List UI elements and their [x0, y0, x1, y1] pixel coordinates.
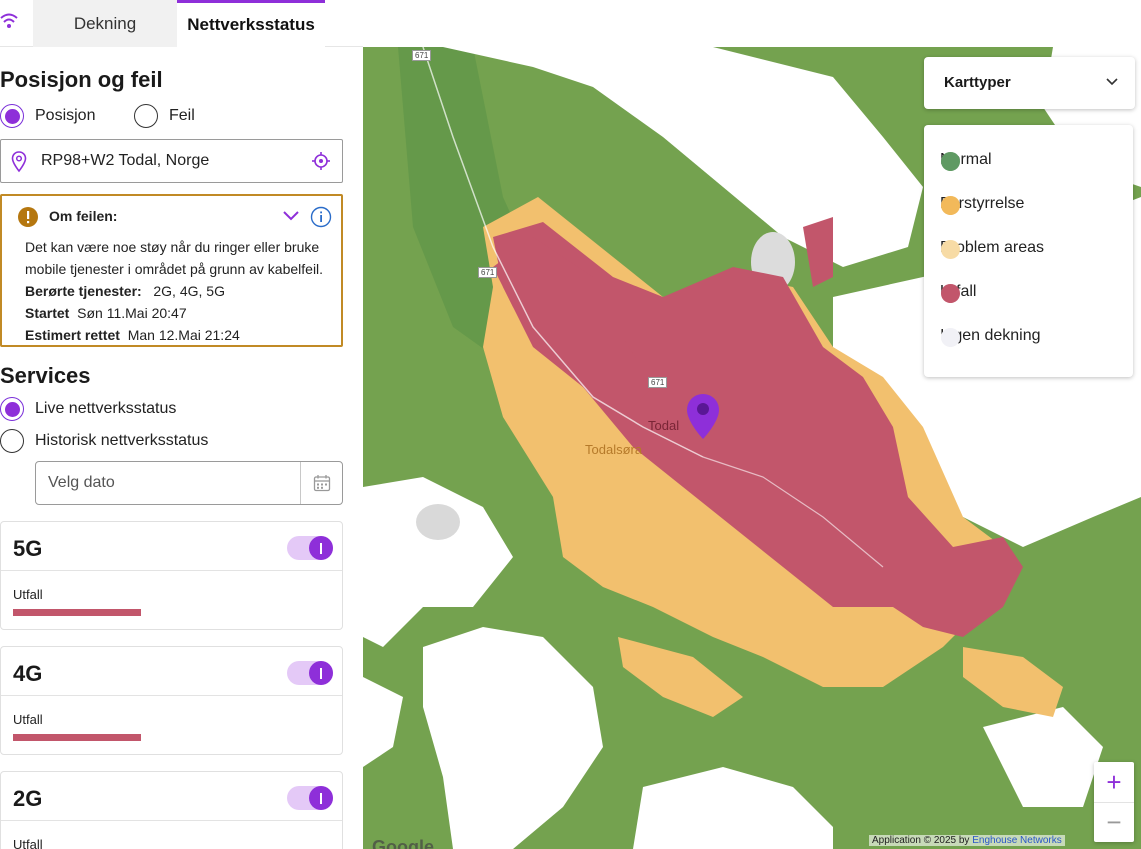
radio-fault-label: Feil [169, 107, 195, 124]
place-label-todalsora: Todalsøra [585, 442, 643, 457]
position-section-title: Posisjon og feil [0, 67, 163, 92]
alert-estimated-value: Man 12.Mai 21:24 [127, 327, 240, 343]
services-section-title: Services [0, 363, 91, 388]
legend-disturbance-icon [941, 196, 960, 215]
road-shield-label: 671 [412, 50, 432, 61]
radio-fault[interactable]: Feil [134, 104, 195, 128]
toggle-knob[interactable] [309, 536, 333, 560]
legend-no-coverage-icon [941, 328, 960, 347]
radio-live-indicator[interactable] [0, 397, 24, 421]
location-pin-icon [11, 151, 27, 173]
road-shield-label: 671 [648, 377, 668, 388]
tab-coverage[interactable]: Dekning [33, 0, 177, 47]
map-legend: Normal Forstyrrelse Problem areas Utfall… [924, 125, 1133, 377]
coverage-map[interactable]: 671 671 671 Todal Todalsøra Karttyper No… [363, 47, 1141, 849]
chevron-down-icon[interactable] [1105, 77, 1119, 87]
radio-position-indicator[interactable] [0, 104, 24, 128]
legend-outage-icon [941, 284, 960, 303]
network-card-2g: 2G Utfall [0, 771, 343, 849]
radio-historic-label: Historisk nettverksstatus [35, 432, 209, 449]
top-tab-bar: Dekning Nettverksstatus [0, 0, 363, 47]
card-divider [1, 820, 342, 821]
location-value: RP98+W2 Todal, Norge [41, 152, 210, 169]
radio-fault-indicator[interactable] [134, 104, 158, 128]
map-type-dropdown[interactable]: Karttyper [924, 57, 1135, 109]
fault-alert: Om feilen: Det kan være noe støy når du … [0, 194, 343, 347]
date-picker-input[interactable]: Velg dato [35, 461, 343, 505]
radio-position-label: Posisjon [35, 107, 96, 124]
alert-started-label: Startet [25, 305, 70, 321]
network-status-label: Utfall [13, 587, 43, 602]
wifi-icon [0, 13, 18, 28]
network-name: 4G [13, 661, 43, 686]
calendar-icon[interactable] [313, 474, 331, 492]
network-toggle-5g[interactable] [287, 536, 333, 560]
location-input[interactable]: RP98+W2 Todal, Norge [0, 139, 343, 183]
date-divider [300, 462, 301, 504]
attribution-link[interactable]: Enghouse Networks [972, 835, 1062, 846]
place-label-todal: Todal [648, 418, 680, 433]
legend-item-no-coverage: Ingen dekning [940, 327, 1041, 347]
alert-title: Om feilen: [49, 208, 118, 224]
alert-services-label: Berørte tjenester: [25, 283, 142, 299]
radio-historic-indicator[interactable] [0, 429, 24, 453]
map-type-label: Karttyper [944, 74, 1011, 91]
tab-network-status[interactable]: Nettverksstatus [177, 0, 325, 47]
network-toggle-4g[interactable] [287, 661, 333, 685]
radio-live-status[interactable]: Live nettverksstatus [0, 397, 176, 421]
card-divider [1, 570, 342, 571]
network-card-5g: 5G Utfall [0, 521, 343, 630]
legend-item-outage: Utfall [940, 283, 976, 303]
alert-services-row: Berørte tjenester: 2G, 4G, 5G [25, 280, 341, 302]
network-name: 5G [13, 536, 43, 561]
network-name: 2G [13, 786, 43, 811]
legend-normal-icon [941, 152, 960, 171]
zoom-control: + − [1094, 762, 1134, 842]
attribution-text: Application © 2025 by [872, 835, 970, 846]
toggle-knob[interactable] [309, 661, 333, 685]
network-toggle-2g[interactable] [287, 786, 333, 810]
legend-item-normal: Normal [940, 151, 992, 171]
alert-estimated-row: Estimert rettet Man 12.Mai 21:24 [25, 324, 341, 346]
radio-live-label: Live nettverksstatus [35, 400, 177, 417]
legend-item-problem-areas: Problem areas [940, 239, 1044, 259]
zoom-out-button[interactable]: − [1094, 802, 1134, 842]
date-placeholder: Velg dato [48, 474, 115, 491]
toggle-knob[interactable] [309, 786, 333, 810]
alert-started-row: Startet Søn 11.Mai 20:47 [25, 302, 341, 324]
warning-icon [18, 207, 38, 227]
locate-me-icon[interactable] [311, 151, 331, 171]
alert-started-value: Søn 11.Mai 20:47 [77, 305, 187, 321]
info-icon[interactable] [310, 206, 332, 228]
zoom-in-button[interactable]: + [1094, 762, 1134, 802]
chevron-down-icon[interactable] [282, 209, 300, 223]
network-status-label: Utfall [13, 712, 43, 727]
alert-message: Det kan være noe støy når du ringer elle… [25, 239, 324, 277]
outage-bar [13, 609, 141, 616]
outage-bar [13, 734, 141, 741]
radio-historic-status[interactable]: Historisk nettverksstatus [0, 429, 208, 453]
google-logo: Google [372, 837, 434, 849]
road-shield-label: 671 [478, 267, 498, 278]
card-divider [1, 695, 342, 696]
radio-position[interactable]: Posisjon [0, 104, 95, 128]
legend-item-disturbance: Forstyrrelse [940, 195, 1024, 215]
alert-estimated-label: Estimert rettet [25, 327, 120, 343]
alert-body: Det kan være noe støy når du ringer elle… [25, 236, 341, 346]
network-status-label: Utfall [13, 837, 43, 849]
legend-problem-areas-icon [941, 240, 960, 259]
side-panel: Posisjon og feil Posisjon Feil RP98+W2 T… [0, 47, 363, 849]
network-card-4g: 4G Utfall [0, 646, 343, 755]
alert-services-value: 2G, 4G, 5G [153, 283, 225, 299]
map-attribution: Application © 2025 by Enghouse Networks [869, 835, 1065, 846]
